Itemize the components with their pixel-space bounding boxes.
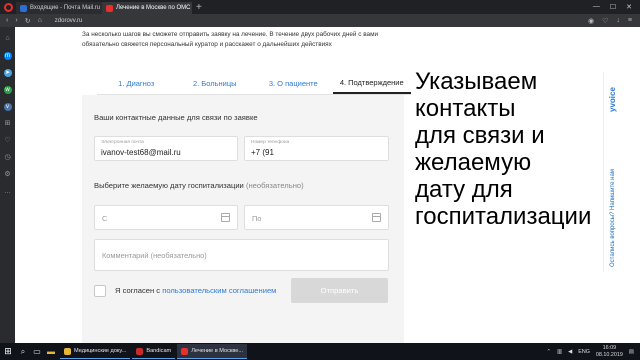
taskbar-app-documents[interactable]: Медицинские доку... xyxy=(60,344,131,359)
step-diagnosis[interactable]: 1. Диагноз xyxy=(97,72,176,94)
taskbar-app-label: Лечение в Москве... xyxy=(191,348,244,354)
tab-mail[interactable]: Входящие - Почта Mail.ru ✕ xyxy=(16,2,102,14)
comment-placeholder: Комментарий (необязательно) xyxy=(102,251,207,260)
whatsapp-icon[interactable]: w xyxy=(3,86,12,94)
taskbar-app-bandicam[interactable]: Bandicam xyxy=(132,344,176,359)
extensions-icon[interactable]: ⚙ xyxy=(4,171,12,179)
notifications-icon[interactable]: ▤ xyxy=(629,349,634,355)
step-hospitals[interactable]: 2. Больницы xyxy=(176,72,255,94)
download-icon[interactable]: ↓ xyxy=(616,17,620,25)
maximize-icon[interactable]: ☐ xyxy=(610,3,616,11)
volume-icon[interactable]: ◀ xyxy=(568,349,572,355)
browser-sidebar: ⌂ m ➤ w v ⊞ ♡ ◷ ⚙ … xyxy=(0,27,15,343)
caption-line: Указываем xyxy=(415,68,538,95)
tab-zdorovv[interactable]: Лечение в Москве по ОМС ✕ xyxy=(102,2,192,14)
contact-heading: Ваши контактные данные для связи по заяв… xyxy=(94,113,258,122)
date-heading: Выберите желаемую дату госпитализации (н… xyxy=(94,181,304,190)
search-icon[interactable]: ⌕ xyxy=(16,343,30,360)
back-icon[interactable]: ‹ xyxy=(6,17,8,24)
taskbar: ⊞ ⌕ ▭ ▬ Медицинские доку... Bandicam Леч… xyxy=(0,343,640,360)
address-bar: ‹ › ↻ ⌂ zdorovv.ru ◉ ♡ ↓ ≡ xyxy=(0,14,640,27)
minimize-icon[interactable]: — xyxy=(593,3,600,11)
menu-icon[interactable]: ≡ xyxy=(628,17,632,25)
more-icon[interactable]: … xyxy=(4,188,12,196)
date-heading-optional: (необязательно) xyxy=(245,181,304,190)
bookmark-heart-icon[interactable]: ♡ xyxy=(602,17,608,25)
intro-text: За несколько шагов вы сможете отправить … xyxy=(82,31,379,48)
phone-field[interactable]: Номер телефона +7 (91 xyxy=(244,136,389,161)
email-field[interactable]: Электронная почта ivanov-test68@mail.ru xyxy=(94,136,238,161)
windows-start-icon[interactable]: ⊞ xyxy=(0,343,16,360)
chat-widget-tab[interactable]: yvoice Остались вопросы? Напишите нам xyxy=(603,72,625,272)
heart-icon[interactable]: ♡ xyxy=(4,137,12,145)
agree-checkbox[interactable] xyxy=(94,285,106,297)
taskbar-app-opera[interactable]: Лечение в Москве... xyxy=(177,344,248,359)
chat-widget-text: Остались вопросы? Напишите нам xyxy=(610,169,616,267)
email-label: Электронная почта xyxy=(101,140,144,145)
date-to-field[interactable]: По xyxy=(244,205,389,230)
date-to-placeholder: По xyxy=(252,214,262,223)
folder-icon xyxy=(64,347,71,355)
caption-line: желаемую xyxy=(415,149,532,176)
opera-menu-icon[interactable] xyxy=(0,0,16,14)
email-value: ivanov-test68@mail.ru xyxy=(101,148,181,157)
caption-line: контакты xyxy=(415,95,516,122)
home-icon[interactable]: ⌂ xyxy=(38,17,42,24)
home-icon[interactable]: ⌂ xyxy=(4,35,12,43)
chat-widget-brand: yvoice xyxy=(608,87,617,112)
caption-line: госпитализации xyxy=(415,203,592,230)
task-view-icon[interactable]: ▭ xyxy=(30,343,44,360)
network-icon[interactable]: ▥ xyxy=(557,349,562,355)
language-indicator[interactable]: ENG xyxy=(578,349,590,355)
caption-line: для связи и xyxy=(415,122,545,149)
overlay-caption: Указываем контакты для связи и желаемую … xyxy=(415,68,615,230)
vk-icon[interactable]: v xyxy=(3,103,12,111)
telegram-icon[interactable]: ➤ xyxy=(3,69,12,77)
site-favicon-icon xyxy=(106,4,113,12)
caption-line: дату для xyxy=(415,176,513,203)
clock-date: 08.10.2019 xyxy=(595,351,623,358)
step-tabs: 1. Диагноз 2. Больницы 3. О пациенте 4. … xyxy=(97,72,411,95)
forward-icon[interactable]: › xyxy=(15,17,17,24)
camera-icon[interactable]: ◉ xyxy=(588,17,594,25)
history-icon[interactable]: ◷ xyxy=(4,154,12,162)
taskbar-app-label: Bandicam xyxy=(146,348,172,354)
browser-tab-bar: Входящие - Почта Mail.ru ✕ Лечение в Мос… xyxy=(0,0,640,14)
phone-label: Номер телефона xyxy=(251,140,290,145)
reload-icon[interactable]: ↻ xyxy=(25,17,31,25)
user-agreement-link[interactable]: пользовательским соглашением xyxy=(162,286,276,295)
clock[interactable]: 16:09 08.10.2019 xyxy=(596,345,623,358)
messenger-icon[interactable]: m xyxy=(3,52,12,60)
submit-button[interactable]: Отправить xyxy=(291,278,388,303)
url-field[interactable]: zdorovv.ru xyxy=(55,18,83,24)
bandicam-icon xyxy=(136,347,144,355)
calendar-icon[interactable] xyxy=(372,213,381,222)
agree-label: Я согласен с xyxy=(115,286,161,295)
comment-textarea[interactable]: Комментарий (необязательно) xyxy=(94,239,389,271)
step-patient[interactable]: 3. О пациенте xyxy=(254,72,333,94)
tab-zdorovv-label: Лечение в Москве по ОМС xyxy=(116,5,191,11)
new-tab-button[interactable]: + xyxy=(196,2,202,13)
date-heading-text: Выберите желаемую дату госпитализации xyxy=(94,181,244,190)
window-controls: — ☐ ✕ xyxy=(593,3,640,11)
taskbar-app-label: Медицинские доку... xyxy=(74,348,127,354)
mail-favicon-icon xyxy=(20,4,27,12)
explorer-icon[interactable]: ▬ xyxy=(44,343,58,360)
tab-mail-label: Входящие - Почта Mail.ru xyxy=(30,5,101,11)
calendar-icon[interactable] xyxy=(221,213,230,222)
opera-icon xyxy=(181,347,189,355)
date-from-field[interactable]: С xyxy=(94,205,238,230)
close-window-icon[interactable]: ✕ xyxy=(626,3,632,11)
speed-dial-icon[interactable]: ⊞ xyxy=(4,120,12,128)
date-from-placeholder: С xyxy=(102,214,108,223)
agree-text: Я согласен с пользовательским соглашение… xyxy=(115,286,276,295)
phone-value: +7 (91 xyxy=(251,148,274,157)
system-tray: ⌃ ▥ ◀ ENG 16:09 08.10.2019 ▤ xyxy=(546,345,640,358)
tray-chevron-icon[interactable]: ⌃ xyxy=(546,349,551,355)
step-confirmation[interactable]: 4. Подтверждение xyxy=(332,72,411,94)
